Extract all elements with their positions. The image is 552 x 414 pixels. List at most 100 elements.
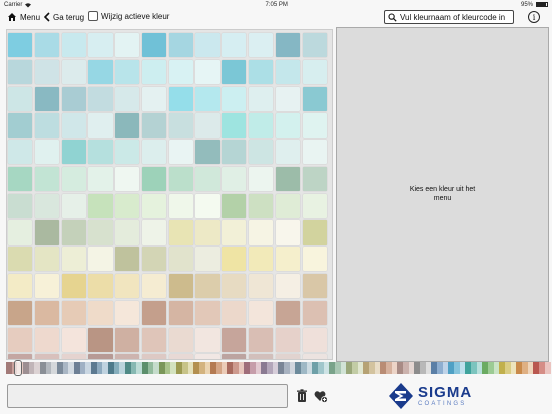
color-swatch[interactable] bbox=[302, 274, 327, 299]
color-swatch[interactable] bbox=[168, 86, 193, 111]
color-swatch[interactable] bbox=[222, 247, 247, 272]
color-swatch[interactable] bbox=[195, 140, 220, 165]
color-swatch[interactable] bbox=[61, 140, 86, 165]
color-swatch[interactable] bbox=[34, 140, 59, 165]
color-swatch[interactable] bbox=[195, 59, 220, 84]
color-swatch[interactable] bbox=[115, 33, 140, 58]
color-swatch[interactable] bbox=[88, 86, 113, 111]
color-swatch[interactable] bbox=[141, 140, 167, 165]
color-swatch[interactable] bbox=[34, 220, 59, 245]
color-swatch[interactable] bbox=[8, 113, 33, 138]
color-swatch[interactable] bbox=[302, 59, 327, 84]
color-swatch[interactable] bbox=[222, 300, 247, 325]
color-swatch[interactable] bbox=[34, 274, 59, 299]
color-swatch[interactable] bbox=[61, 220, 86, 245]
color-swatch[interactable] bbox=[8, 166, 33, 192]
color-swatch[interactable] bbox=[115, 113, 140, 138]
color-swatch[interactable] bbox=[141, 247, 167, 272]
color-swatch[interactable] bbox=[115, 220, 140, 245]
color-swatch[interactable] bbox=[195, 247, 220, 272]
color-swatch[interactable] bbox=[34, 300, 59, 325]
color-swatch[interactable] bbox=[168, 140, 193, 165]
color-swatch[interactable] bbox=[88, 140, 113, 165]
color-swatch[interactable] bbox=[275, 247, 300, 272]
color-swatch[interactable] bbox=[88, 59, 113, 84]
color-swatch[interactable] bbox=[141, 300, 167, 325]
color-swatch[interactable] bbox=[61, 59, 86, 84]
color-swatch[interactable] bbox=[275, 86, 300, 111]
color-range-strip[interactable] bbox=[6, 360, 551, 376]
color-swatch[interactable] bbox=[61, 247, 86, 272]
color-swatch[interactable] bbox=[115, 327, 140, 352]
color-swatch[interactable] bbox=[302, 193, 327, 218]
color-swatch[interactable] bbox=[302, 33, 327, 58]
color-swatch[interactable] bbox=[249, 86, 274, 111]
color-swatch[interactable] bbox=[168, 300, 193, 325]
color-swatch[interactable] bbox=[275, 193, 300, 218]
color-swatch[interactable] bbox=[88, 220, 113, 245]
change-active-color-checkbox[interactable] bbox=[88, 11, 98, 21]
color-swatch[interactable] bbox=[115, 247, 140, 272]
color-swatch[interactable] bbox=[88, 274, 113, 299]
color-swatch[interactable] bbox=[8, 33, 33, 58]
color-swatch[interactable] bbox=[61, 86, 86, 111]
color-swatch[interactable] bbox=[88, 193, 113, 218]
color-swatch[interactable] bbox=[115, 274, 140, 299]
color-swatch[interactable] bbox=[141, 113, 167, 138]
color-swatch[interactable] bbox=[222, 327, 247, 352]
color-swatch[interactable] bbox=[302, 220, 327, 245]
color-swatch[interactable] bbox=[222, 220, 247, 245]
color-swatch[interactable] bbox=[195, 193, 220, 218]
color-swatch[interactable] bbox=[195, 274, 220, 299]
color-swatch[interactable] bbox=[195, 327, 220, 352]
color-swatch[interactable] bbox=[302, 327, 327, 352]
color-swatch[interactable] bbox=[168, 59, 193, 84]
color-swatch[interactable] bbox=[195, 354, 220, 359]
selected-colors-field[interactable] bbox=[7, 384, 288, 408]
color-swatch[interactable] bbox=[141, 193, 167, 218]
color-swatch[interactable] bbox=[141, 327, 167, 352]
color-swatch[interactable] bbox=[88, 113, 113, 138]
color-swatch[interactable] bbox=[302, 166, 327, 192]
color-swatch[interactable] bbox=[141, 166, 167, 192]
color-swatch[interactable] bbox=[115, 166, 140, 192]
color-swatch[interactable] bbox=[8, 354, 33, 359]
add-favorite-button[interactable] bbox=[314, 389, 328, 403]
color-swatch[interactable] bbox=[249, 354, 274, 359]
color-swatch[interactable] bbox=[222, 140, 247, 165]
color-swatch[interactable] bbox=[8, 247, 33, 272]
color-swatch[interactable] bbox=[249, 140, 274, 165]
color-swatch[interactable] bbox=[249, 59, 274, 84]
color-swatch[interactable] bbox=[88, 327, 113, 352]
color-swatch[interactable] bbox=[34, 59, 59, 84]
color-swatch[interactable] bbox=[61, 193, 86, 218]
color-swatch[interactable] bbox=[8, 220, 33, 245]
color-swatch[interactable] bbox=[302, 140, 327, 165]
back-button[interactable]: Ga terug bbox=[44, 12, 84, 22]
color-swatch[interactable] bbox=[249, 300, 274, 325]
color-swatch[interactable] bbox=[34, 113, 59, 138]
color-swatch[interactable] bbox=[249, 220, 274, 245]
color-swatch[interactable] bbox=[275, 354, 300, 359]
color-swatch[interactable] bbox=[222, 59, 247, 84]
color-swatch[interactable] bbox=[249, 193, 274, 218]
color-swatch[interactable] bbox=[302, 354, 327, 359]
color-swatch[interactable] bbox=[168, 113, 193, 138]
color-swatch[interactable] bbox=[302, 300, 327, 325]
color-swatch[interactable] bbox=[34, 166, 59, 192]
color-swatch[interactable] bbox=[222, 33, 247, 58]
strip-slider-handle[interactable] bbox=[14, 360, 22, 376]
color-swatch[interactable] bbox=[195, 113, 220, 138]
color-swatch[interactable] bbox=[61, 327, 86, 352]
color-swatch[interactable] bbox=[168, 354, 193, 359]
color-swatch[interactable] bbox=[302, 113, 327, 138]
color-swatch[interactable] bbox=[249, 166, 274, 192]
color-swatch[interactable] bbox=[275, 300, 300, 325]
color-swatch[interactable] bbox=[222, 274, 247, 299]
color-swatch[interactable] bbox=[168, 327, 193, 352]
color-swatch[interactable] bbox=[222, 193, 247, 218]
color-swatch[interactable] bbox=[275, 140, 300, 165]
color-swatch[interactable] bbox=[141, 220, 167, 245]
color-search-input[interactable]: Vul kleurnaam of kleurcode in bbox=[384, 10, 514, 24]
color-swatch[interactable] bbox=[222, 354, 247, 359]
